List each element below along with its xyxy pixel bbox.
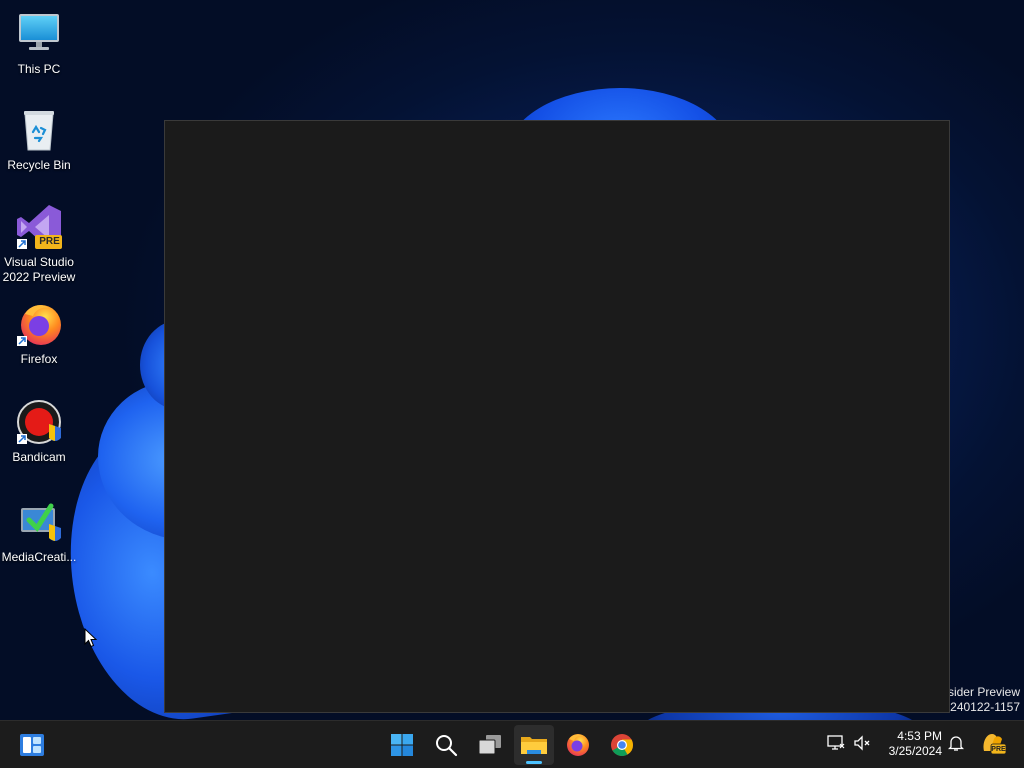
desktop-icon-label: Visual Studio 2022 Preview [2,255,76,284]
desktop-icon-label: MediaCreati... [1,550,77,564]
taskbar-app-chrome[interactable] [602,725,642,765]
chrome-icon [611,734,633,756]
desktop-icon-label: Firefox [20,352,58,366]
copilot-button[interactable]: PRE [980,731,1006,755]
visual-studio-icon: PRE [15,203,63,251]
widgets-icon [20,734,44,756]
desktop-icon-media-creation[interactable]: MediaCreati... [0,498,78,565]
widgets-button[interactable] [12,725,52,765]
notifications-button[interactable] [946,733,966,753]
taskbar: 4:53 PM 3/25/2024 PRE [0,720,1024,768]
build-watermark: sider Preview e.240122-1157 [940,685,1020,715]
clock-date: 3/25/2024 [888,744,942,758]
desktop-icon-label: Recycle Bin [7,158,71,172]
clock-time: 4:53 PM [897,729,942,743]
desktop-icon-label: Bandicam [12,450,66,464]
preview-badge: PRE [39,236,60,247]
monitor-icon [15,10,63,58]
network-button[interactable] [826,733,846,753]
search-button[interactable] [426,725,466,765]
clock[interactable]: 4:53 PM 3/25/2024 [889,729,942,759]
search-icon [436,735,458,757]
copilot-preview-badge: PRE [991,746,1006,753]
bandicam-icon [15,398,63,446]
desktop-icon-bandicam[interactable]: Bandicam [0,398,78,465]
desktop-icon-recycle-bin[interactable]: Recycle Bin [0,106,78,173]
taskbar-app-file-explorer[interactable] [514,725,554,765]
desktop-icon-label: This PC [17,62,61,76]
blank-app-window[interactable] [164,120,950,713]
bell-icon [948,736,964,751]
file-explorer-icon [521,737,547,754]
windows-start-icon [391,734,413,756]
volume-muted-icon [854,735,870,751]
task-view-icon [478,735,501,755]
firefox-icon [15,300,63,348]
start-button[interactable] [382,725,422,765]
task-view-button[interactable] [470,725,510,765]
recycle-bin-icon [15,106,63,154]
taskbar-app-firefox[interactable] [558,725,598,765]
volume-button[interactable] [852,733,872,753]
network-icon [827,735,845,750]
firefox-icon [567,734,589,756]
desktop-icon-visual-studio[interactable]: PRE Visual Studio 2022 Preview [0,203,78,285]
watermark-line: e.240122-1157 [940,700,1020,714]
mouse-cursor-icon [84,628,98,648]
media-creation-tool-icon [15,498,63,546]
watermark-line: sider Preview [947,685,1020,699]
desktop-icon-firefox[interactable]: Firefox [0,300,78,367]
desktop-icon-this-pc[interactable]: This PC [0,10,78,77]
active-app-indicator [526,761,542,764]
